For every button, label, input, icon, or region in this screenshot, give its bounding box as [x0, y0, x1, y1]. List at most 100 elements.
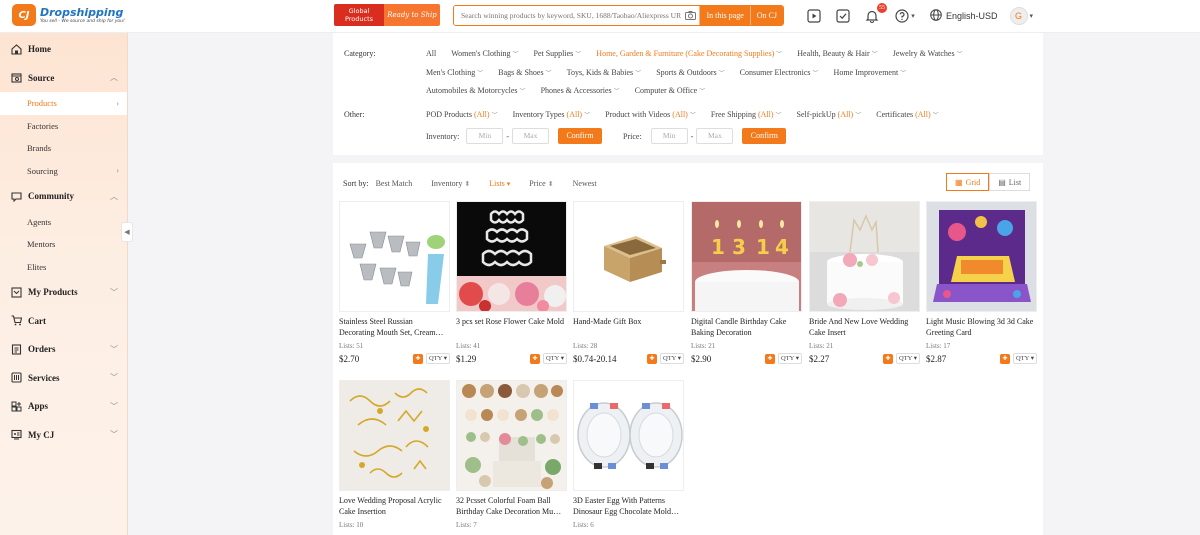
product-title[interactable]: 32 Pcsset Colorful Foam Ball Birthday Ca… [456, 495, 567, 517]
product-title[interactable]: 3D Easter Egg With Patterns Dinosaur Egg… [573, 495, 684, 517]
sidebar-item-brands[interactable]: Brands [0, 137, 127, 160]
list-view-button[interactable]: ▤ List [989, 173, 1031, 191]
sidebar-item-source[interactable]: Source ︿ [0, 64, 127, 93]
product-image[interactable] [573, 380, 684, 491]
filter-self-pickup[interactable]: Self-pickUp (All) ﹀ [797, 110, 862, 119]
promo-banner[interactable]: Global Products Ready to Ship [334, 4, 440, 26]
grid-view-button[interactable]: ▦ Grid [946, 173, 990, 191]
sidebar-item-products[interactable]: Products › [0, 92, 127, 115]
avatar[interactable]: G [1009, 7, 1028, 25]
product-image[interactable] [456, 201, 567, 312]
product-image[interactable] [339, 201, 450, 312]
sidebar-item-my-cj[interactable]: My CJ ﹀ [0, 421, 127, 450]
filter-inventory-types[interactable]: Inventory Types (All) ﹀ [513, 110, 591, 119]
inventory-min-input[interactable]: Min [466, 128, 504, 144]
product-card[interactable]: Bride And New Love Wedding Cake Insert L… [809, 201, 920, 364]
category-health-beauty[interactable]: Health, Beauty & Hair ﹀ [797, 49, 877, 58]
product-title[interactable]: Love Wedding Proposal Acrylic Cake Inser… [339, 495, 450, 517]
sidebar-item-community[interactable]: Community ︿ [0, 182, 127, 211]
ready-to-ship-promo[interactable]: Ready to Ship [384, 4, 440, 26]
bell-icon[interactable]: 55 [864, 3, 887, 24]
product-image[interactable] [339, 380, 450, 491]
product-title[interactable]: Digital Candle Birthday Cake Baking Deco… [691, 316, 802, 338]
product-image[interactable] [926, 201, 1037, 312]
sort-inventory[interactable]: Inventory ⬍ [431, 179, 470, 188]
add-cart-icon[interactable]: ✚ [412, 353, 423, 364]
price-max-input[interactable]: Max [696, 128, 734, 144]
product-card[interactable]: 1 3 1 4 Digital Candle Birthday Cake Bak… [691, 201, 802, 364]
product-image[interactable]: 1 3 1 4 [691, 201, 802, 312]
add-cart-icon[interactable]: ✚ [882, 353, 893, 364]
filter-free-shipping[interactable]: Free Shipping (All) ﹀ [711, 110, 782, 119]
qty-selector[interactable]: QTY ▾ [659, 353, 684, 364]
product-card[interactable]: 3 pcs set Rose Flower Cake Mold Lists: 4… [456, 201, 567, 364]
category-computer-office[interactable]: Computer & Office ﹀ [635, 86, 706, 95]
search-in-page-button[interactable]: In this page [699, 6, 750, 25]
language-selector[interactable]: English-USD [930, 8, 998, 24]
category-consumer-electronics[interactable]: Consumer Electronics ﹀ [740, 68, 819, 77]
category-bags-shoes[interactable]: Bags & Shoes ﹀ [498, 68, 551, 77]
sidebar-item-agents[interactable]: Agents [0, 211, 127, 234]
product-card[interactable]: Love Wedding Proposal Acrylic Cake Inser… [339, 380, 450, 529]
product-card[interactable]: Light Music Blowing 3d 3d Cake Greeting … [926, 201, 1037, 364]
sidebar-item-factories[interactable]: Factories [0, 115, 127, 138]
sidebar-item-apps[interactable]: Apps ﹀ [0, 392, 127, 421]
qty-selector[interactable]: QTY ▾ [777, 353, 802, 364]
inventory-confirm-button[interactable]: Confirm [558, 128, 602, 144]
product-title[interactable]: 3 pcs set Rose Flower Cake Mold [456, 316, 567, 338]
sidebar-item-services[interactable]: Services ﹀ [0, 364, 127, 393]
category-phones[interactable]: Phones & Accessories ﹀ [541, 86, 620, 95]
category-mens-clothing[interactable]: Men's Clothing ﹀ [426, 68, 483, 77]
sort-best-match[interactable]: Best Match [376, 179, 413, 188]
sidebar-item-orders[interactable]: Orders ﹀ [0, 335, 127, 364]
add-cart-icon[interactable]: ✚ [646, 353, 657, 364]
qty-selector[interactable]: QTY ▾ [425, 353, 450, 364]
search-input[interactable] [454, 6, 682, 25]
task-check-icon[interactable] [835, 8, 851, 24]
product-image[interactable] [456, 380, 567, 491]
qty-selector[interactable]: QTY ▾ [542, 353, 567, 364]
category-home-garden[interactable]: Home, Garden & Furniture (Cake Decoratin… [596, 49, 782, 58]
sidebar-item-elites[interactable]: Elites [0, 256, 127, 279]
sidebar-item-sourcing[interactable]: Sourcing › [0, 160, 127, 183]
category-automobiles[interactable]: Automobiles & Motorcycles ﹀ [426, 86, 526, 95]
sidebar-item-my-products[interactable]: My Products ﹀ [0, 278, 127, 307]
qty-selector[interactable]: QTY ▾ [895, 353, 920, 364]
product-title[interactable]: Light Music Blowing 3d 3d Cake Greeting … [926, 316, 1037, 338]
sidebar-item-cart[interactable]: Cart [0, 307, 127, 336]
product-title[interactable]: Bride And New Love Wedding Cake Insert [809, 316, 920, 338]
sidebar-item-mentors[interactable]: Mentors [0, 233, 127, 256]
product-card[interactable]: 3D Easter Egg With Patterns Dinosaur Egg… [573, 380, 684, 529]
category-sports-outdoors[interactable]: Sports & Outdoors ﹀ [656, 68, 724, 77]
category-all[interactable]: All [426, 49, 436, 58]
filter-certificates[interactable]: Certificates (All) ﹀ [876, 110, 938, 119]
inventory-max-input[interactable]: Max [512, 128, 549, 144]
sort-lists[interactable]: Lists ▾ [489, 179, 510, 188]
sort-newest[interactable]: Newest [573, 179, 597, 188]
add-cart-icon[interactable]: ✚ [764, 353, 775, 364]
qty-selector[interactable]: QTY ▾ [1012, 353, 1037, 364]
product-card[interactable]: 32 Pcsset Colorful Foam Ball Birthday Ca… [456, 380, 567, 529]
logo[interactable]: CJ Dropshipping You sell - We source and… [12, 4, 125, 26]
chevron-down-icon[interactable]: ▾ [1030, 12, 1034, 20]
global-products-promo[interactable]: Global Products [334, 4, 384, 26]
camera-icon[interactable] [681, 6, 699, 25]
sort-price[interactable]: Price ⬍ [529, 179, 553, 188]
help-icon[interactable]: ▾ [893, 8, 917, 24]
filter-product-with-videos[interactable]: Product with Videos (All) ﹀ [605, 110, 696, 119]
product-card[interactable]: Hand-Made Gift Box Lists: 28 $0.74-20.14… [573, 201, 684, 364]
video-icon[interactable] [806, 8, 822, 24]
price-min-input[interactable]: Min [650, 128, 688, 144]
search-on-cj-button[interactable]: On CJ [749, 6, 783, 25]
sidebar-collapse-button[interactable]: ◀ [121, 222, 133, 242]
category-pet-supplies[interactable]: Pet Supplies ﹀ [534, 49, 582, 58]
price-confirm-button[interactable]: Confirm [742, 128, 787, 144]
category-toys-kids[interactable]: Toys, Kids & Babies ﹀ [567, 68, 642, 77]
add-cart-icon[interactable]: ✚ [529, 353, 540, 364]
product-image[interactable] [809, 201, 920, 312]
sidebar-item-home[interactable]: Home [0, 35, 127, 64]
product-image[interactable] [573, 201, 684, 312]
category-home-improvement[interactable]: Home Improvement ﹀ [834, 68, 907, 77]
filter-pod-products[interactable]: POD Products (All) ﹀ [426, 110, 498, 119]
add-cart-icon[interactable]: ✚ [999, 353, 1010, 364]
